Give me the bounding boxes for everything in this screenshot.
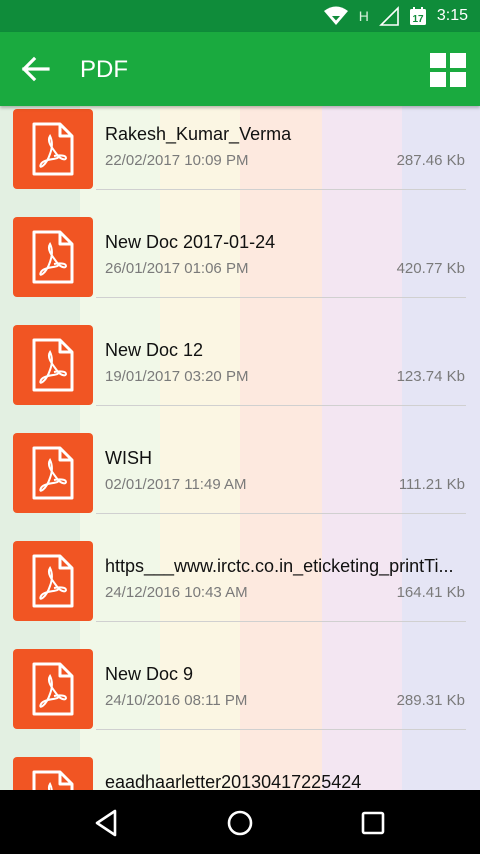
file-date: 26/01/2017 01:06 PM bbox=[105, 260, 249, 277]
back-button[interactable] bbox=[20, 54, 54, 84]
pdf-file-icon[interactable] bbox=[13, 541, 93, 621]
nav-home-button[interactable] bbox=[223, 806, 257, 840]
pdf-glyph-icon bbox=[32, 554, 74, 608]
pdf-glyph-icon bbox=[32, 338, 74, 392]
list-item[interactable]: eaadhaarletter20130417225424 bbox=[0, 730, 480, 790]
file-date: 24/12/2016 10:43 AM bbox=[105, 584, 248, 601]
pdf-file-icon[interactable] bbox=[13, 325, 93, 405]
file-size: 287.46 Kb bbox=[396, 152, 465, 169]
back-triangle-icon bbox=[95, 809, 117, 837]
home-circle-icon bbox=[227, 810, 253, 836]
file-name: eaadhaarletter20130417225424 bbox=[105, 772, 362, 790]
pdf-file-icon[interactable] bbox=[13, 433, 93, 513]
file-name: https___www.irctc.co.in_eticketing_print… bbox=[105, 556, 454, 576]
grid-view-icon bbox=[430, 53, 466, 87]
file-date: 24/10/2016 08:11 PM bbox=[105, 692, 248, 709]
file-name: New Doc 12 bbox=[105, 340, 204, 360]
svg-text:17: 17 bbox=[412, 14, 424, 25]
wifi-icon bbox=[323, 6, 348, 25]
file-list: Rakesh_Kumar_Verma 22/02/2017 10:09 PM 2… bbox=[0, 106, 480, 790]
list-item[interactable]: New Doc 12 19/01/2017 03:20 PM 123.74 Kb bbox=[0, 298, 480, 406]
file-name: New Doc 9 bbox=[105, 664, 194, 684]
list-item[interactable]: New Doc 9 24/10/2016 08:11 PM 289.31 Kb bbox=[0, 622, 480, 730]
file-size: 420.77 Kb bbox=[396, 260, 465, 277]
file-date: 02/01/2017 11:49 AM bbox=[105, 476, 247, 493]
nav-recents-button[interactable] bbox=[356, 806, 390, 840]
pdf-file-icon[interactable] bbox=[13, 109, 93, 189]
pdf-glyph-icon bbox=[32, 662, 74, 716]
status-icons: H 17 3:15 bbox=[323, 0, 468, 32]
status-bar: H 17 3:15 bbox=[0, 0, 480, 32]
file-list-container[interactable]: Rakesh_Kumar_Verma 22/02/2017 10:09 PM 2… bbox=[0, 106, 480, 790]
list-item[interactable]: https___www.irctc.co.in_eticketing_print… bbox=[0, 514, 480, 622]
file-size: 289.31 Kb bbox=[396, 692, 465, 709]
file-size: 123.74 Kb bbox=[396, 368, 465, 385]
file-name: New Doc 2017-01-24 bbox=[105, 232, 276, 252]
file-size: 164.41 Kb bbox=[396, 584, 465, 601]
recents-square-icon bbox=[361, 811, 385, 835]
network-type-label: H bbox=[358, 8, 369, 24]
file-size: 111.21 Kb bbox=[398, 476, 465, 493]
calendar-icon: 17 bbox=[409, 7, 426, 25]
pdf-glyph-icon bbox=[32, 230, 74, 284]
status-time: 3:15 bbox=[436, 7, 468, 24]
grid-view-button[interactable] bbox=[430, 53, 466, 87]
signal-icon bbox=[378, 6, 399, 26]
pdf-file-icon[interactable] bbox=[13, 757, 93, 790]
pdf-glyph-icon bbox=[32, 770, 74, 790]
file-name: WISH bbox=[105, 448, 152, 468]
pdf-file-icon[interactable] bbox=[13, 649, 93, 729]
file-name: Rakesh_Kumar_Verma bbox=[105, 124, 292, 144]
app-bar: PDF bbox=[0, 32, 480, 106]
pdf-glyph-icon bbox=[32, 122, 74, 176]
page-title: PDF bbox=[80, 56, 128, 83]
nav-back-button[interactable] bbox=[90, 806, 124, 840]
file-date: 19/01/2017 03:20 PM bbox=[105, 368, 249, 385]
list-item[interactable]: WISH 02/01/2017 11:49 AM 111.21 Kb bbox=[0, 406, 480, 514]
file-date: 22/02/2017 10:09 PM bbox=[105, 152, 249, 169]
list-item[interactable]: Rakesh_Kumar_Verma 22/02/2017 10:09 PM 2… bbox=[0, 106, 480, 190]
arrow-left-icon bbox=[21, 56, 50, 82]
pdf-glyph-icon bbox=[32, 446, 74, 500]
list-item[interactable]: New Doc 2017-01-24 26/01/2017 01:06 PM 4… bbox=[0, 190, 480, 298]
navigation-bar bbox=[0, 790, 480, 854]
pdf-file-icon[interactable] bbox=[13, 217, 93, 297]
